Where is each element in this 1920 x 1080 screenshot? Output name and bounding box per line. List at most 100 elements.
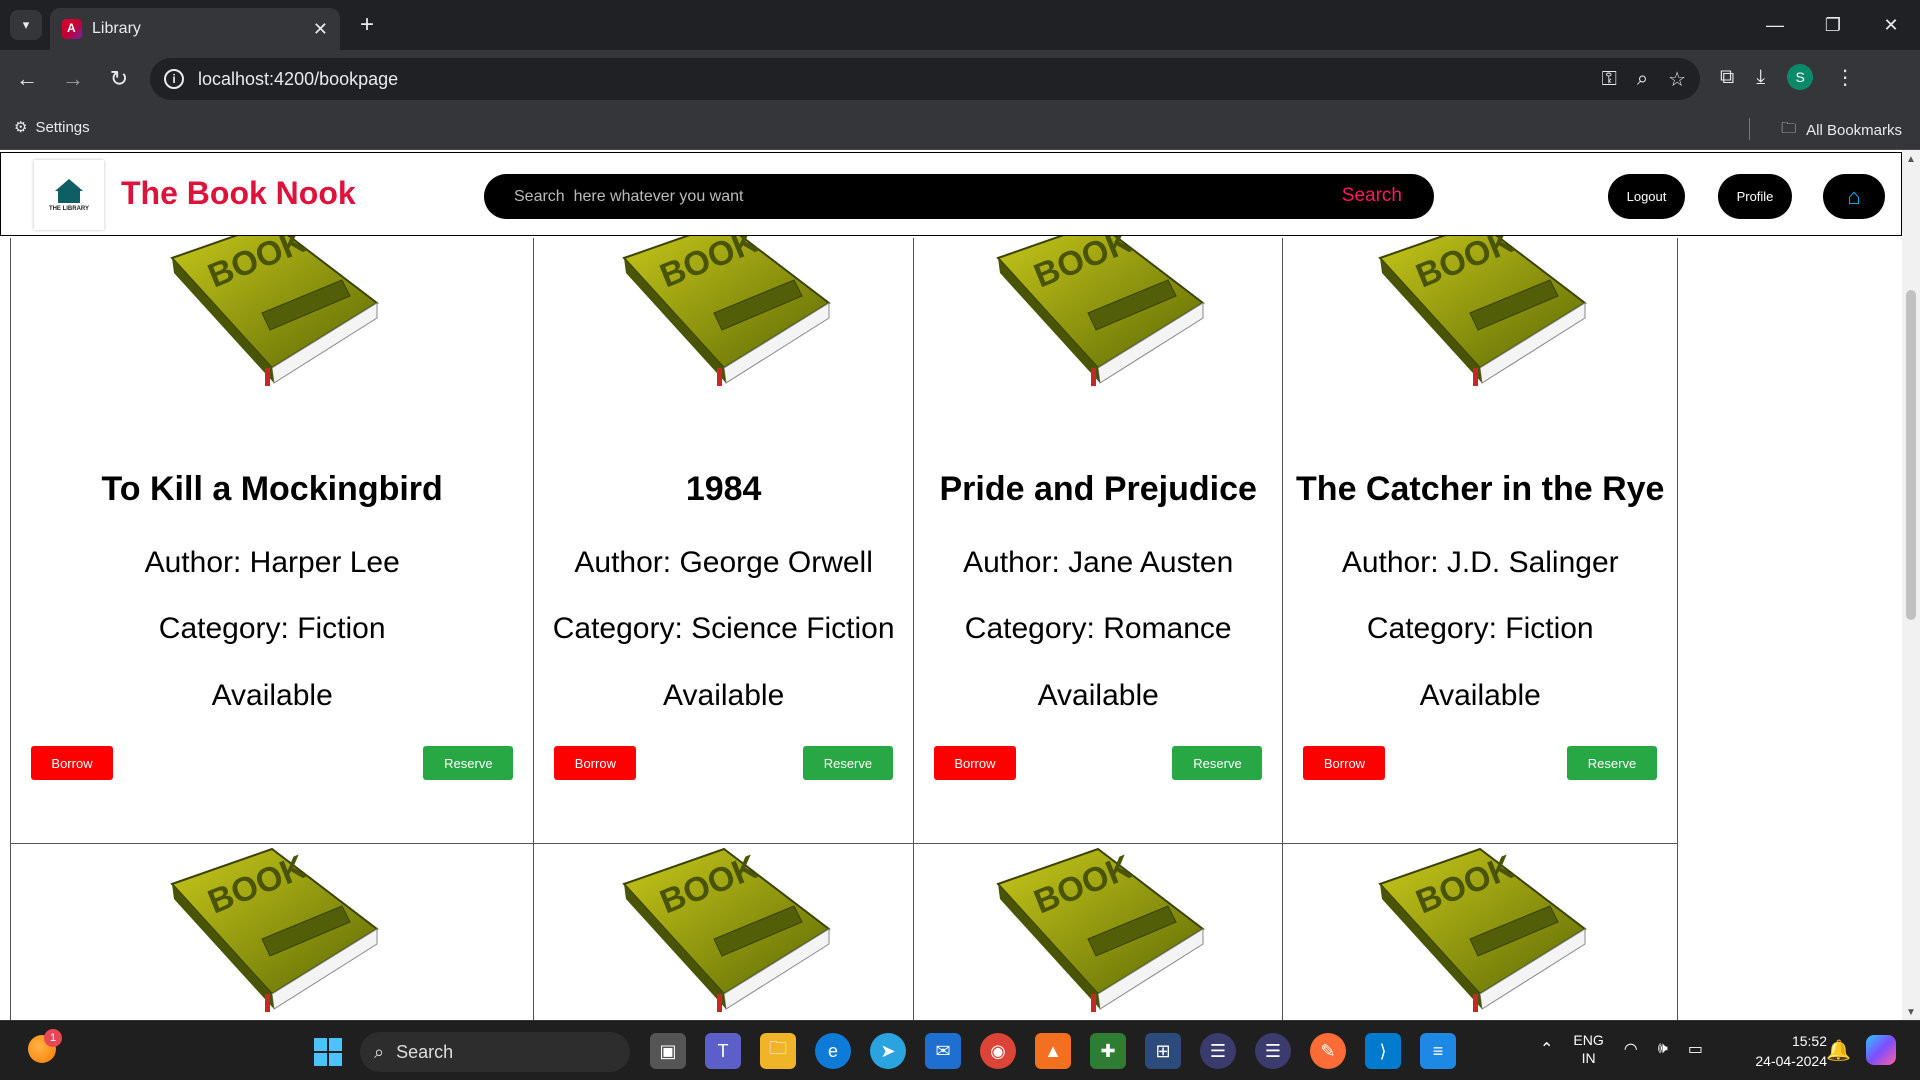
book-title: Pride and Prejudice xyxy=(939,470,1257,508)
gear-icon: ⚙ xyxy=(14,119,28,136)
reserve-button[interactable]: Reserve xyxy=(802,746,893,780)
book-cover-image: BOOK xyxy=(170,848,379,1012)
tab-close-icon[interactable]: ✕ xyxy=(313,19,328,40)
browser-tab-library[interactable]: Library ✕ xyxy=(50,8,340,50)
mail-icon[interactable]: ✉ xyxy=(925,1033,961,1069)
bookmarks-divider xyxy=(1749,118,1750,140)
library-logo[interactable]: THE LIBRARY xyxy=(34,160,104,230)
system-clock[interactable]: 15:52 24-04-2024 xyxy=(1735,1031,1827,1071)
book-card: BOOK To Kill a Mockingbird Author: Harper … xyxy=(10,222,535,844)
search-bar: Search xyxy=(484,174,1434,219)
clock-date: 24-04-2024 xyxy=(1755,1053,1827,1069)
book-status: Available xyxy=(1037,679,1159,712)
notification-bell-icon[interactable]: 🔔 xyxy=(1826,1038,1851,1063)
bookmark-star-icon[interactable]: ☆ xyxy=(1668,67,1686,92)
lang-line1: ENG xyxy=(1573,1032,1604,1048)
scroll-up-arrow-icon[interactable]: ▲ xyxy=(1906,154,1916,165)
book-card: BOOK xyxy=(534,844,914,1020)
language-indicator[interactable]: ENG IN xyxy=(1573,1031,1603,1067)
borrow-button[interactable]: Borrow xyxy=(1303,746,1386,780)
chevron-up-icon[interactable]: ⌃ xyxy=(1540,1039,1553,1059)
postman-icon[interactable]: ✎ xyxy=(1310,1033,1346,1069)
page-viewport: THE LIBRARY The Book Nook Search Logout … xyxy=(0,150,1920,1020)
clock-time: 15:52 xyxy=(1791,1033,1827,1049)
url-text: localhost:4200/bookpage xyxy=(198,68,399,89)
book-grid: BOOK To Kill a Mockingbird Author: Harper … xyxy=(10,222,1679,1020)
scroll-thumb[interactable] xyxy=(1906,290,1916,620)
taskbar-search-label: Search xyxy=(396,1041,454,1062)
logout-button[interactable]: Logout xyxy=(1608,174,1685,219)
search-button[interactable]: Search xyxy=(1342,185,1402,207)
book-title: 1984 xyxy=(685,470,762,508)
chrome-icon[interactable]: ◉ xyxy=(980,1033,1016,1069)
reload-icon[interactable]: ↻ xyxy=(104,64,134,94)
all-bookmarks-label: All Bookmarks xyxy=(1806,122,1902,139)
all-bookmarks[interactable]: 🗀 All Bookmarks xyxy=(1781,118,1902,143)
book-category: Category: Fiction xyxy=(158,612,386,645)
teams-icon[interactable]: T xyxy=(705,1033,741,1069)
window-controls: — ❐ ✕ xyxy=(1746,0,1920,50)
app-icon[interactable]: ✚ xyxy=(1090,1033,1126,1069)
book-row: BOOK To Kill a Mockingbird Author: Harper … xyxy=(10,222,1679,844)
battery-icon[interactable]: ▭ xyxy=(1688,1039,1703,1059)
reserve-button[interactable]: Reserve xyxy=(1567,746,1658,780)
back-arrow-icon[interactable]: ← xyxy=(12,64,42,94)
bookmarks-bar: ⚙ Settings 🗀 All Bookmarks xyxy=(0,108,1920,150)
volume-icon[interactable]: 🕪 xyxy=(1658,1040,1668,1058)
profile-button[interactable]: Profile xyxy=(1718,174,1792,219)
window-close-icon[interactable]: ✕ xyxy=(1862,0,1920,50)
site-info-icon[interactable]: i xyxy=(164,69,184,89)
eclipse-2-icon[interactable]: ☰ xyxy=(1255,1033,1291,1069)
search-input[interactable] xyxy=(514,174,1314,219)
vlc-icon[interactable]: ▲ xyxy=(1035,1033,1071,1069)
book-author: Author: Harper Lee xyxy=(144,546,400,579)
profile-avatar[interactable]: S xyxy=(1787,64,1814,90)
house-logo-body xyxy=(58,190,80,203)
vscode-icon[interactable]: ⟩ xyxy=(1365,1033,1401,1069)
extensions-puzzle-icon[interactable]: ⧉ xyxy=(1720,66,1734,89)
zoom-icon[interactable]: ⌕ xyxy=(1637,68,1648,91)
copilot-icon[interactable] xyxy=(1866,1035,1896,1065)
forward-arrow-icon[interactable]: → xyxy=(58,64,88,94)
book-category: Category: Fiction xyxy=(1366,612,1594,645)
task-view-icon[interactable]: ▣ xyxy=(650,1033,686,1069)
eclipse-icon[interactable]: ☰ xyxy=(1200,1033,1236,1069)
book-row: BOOK BOOK BOOK BOOK xyxy=(10,844,1679,1020)
book-title: The Catcher in the Rye xyxy=(1296,470,1665,508)
scroll-down-arrow-icon[interactable]: ▼ xyxy=(1906,1007,1916,1018)
menu-kebab-icon[interactable]: ⋮ xyxy=(1835,65,1855,90)
taskbar-apps: ▣ T 🗀 e ➤ ✉ ◉ ▲ ✚ ⊞ ☰ ☰ ✎ ⟩ ≡ xyxy=(650,1033,1456,1069)
borrow-button[interactable]: Borrow xyxy=(933,746,1016,780)
reserve-button[interactable]: Reserve xyxy=(423,746,514,780)
file-explorer-icon[interactable]: 🗀 xyxy=(760,1033,796,1069)
new-tab-plus-icon[interactable]: + xyxy=(352,10,382,40)
browser-toolbar: ← → ↻ i localhost:4200/bookpage ⚿ ⌕ ☆ ⧉ … xyxy=(0,50,1920,108)
book-card: BOOK Pride and Prejudice Author: Jane Aust… xyxy=(913,222,1284,844)
home-icon: ⌂ xyxy=(1847,183,1861,209)
bookmark-settings[interactable]: ⚙ Settings xyxy=(14,118,90,137)
house-logo-icon xyxy=(55,178,83,191)
sql-tool-icon[interactable]: ⊞ xyxy=(1145,1033,1181,1069)
book-card: BOOK xyxy=(1283,844,1679,1020)
taskbar-search[interactable]: ⌕ Search xyxy=(360,1032,630,1072)
edge-icon[interactable]: e xyxy=(815,1033,851,1069)
page-scrollbar[interactable]: ▲ ▼ xyxy=(1902,150,1920,1020)
book-card: BOOK xyxy=(10,844,535,1020)
home-button[interactable]: ⌂ xyxy=(1823,174,1885,219)
telegram-icon[interactable]: ➤ xyxy=(870,1033,906,1069)
windows-start-icon[interactable] xyxy=(314,1038,342,1066)
minimize-icon[interactable]: — xyxy=(1746,0,1804,50)
wifi-icon[interactable]: ◠ xyxy=(1624,1039,1638,1059)
tab-search-chevron-icon[interactable]: ▾ xyxy=(10,10,42,40)
folder-icon: 🗀 xyxy=(1781,120,1797,137)
restore-icon[interactable]: ❐ xyxy=(1804,0,1862,50)
password-key-icon[interactable]: ⚿ xyxy=(1602,68,1617,91)
borrow-button[interactable]: Borrow xyxy=(554,746,637,780)
address-bar[interactable]: i localhost:4200/bookpage ⚿ ⌕ ☆ xyxy=(150,58,1700,100)
notepad-icon[interactable]: ≡ xyxy=(1420,1033,1456,1069)
book-cover-image: BOOK xyxy=(1378,848,1588,1012)
download-icon[interactable]: ⤓ xyxy=(1756,66,1765,89)
reserve-button[interactable]: Reserve xyxy=(1172,746,1263,780)
borrow-button[interactable]: Borrow xyxy=(31,746,113,780)
book-cover-image: BOOK xyxy=(1378,222,1588,386)
